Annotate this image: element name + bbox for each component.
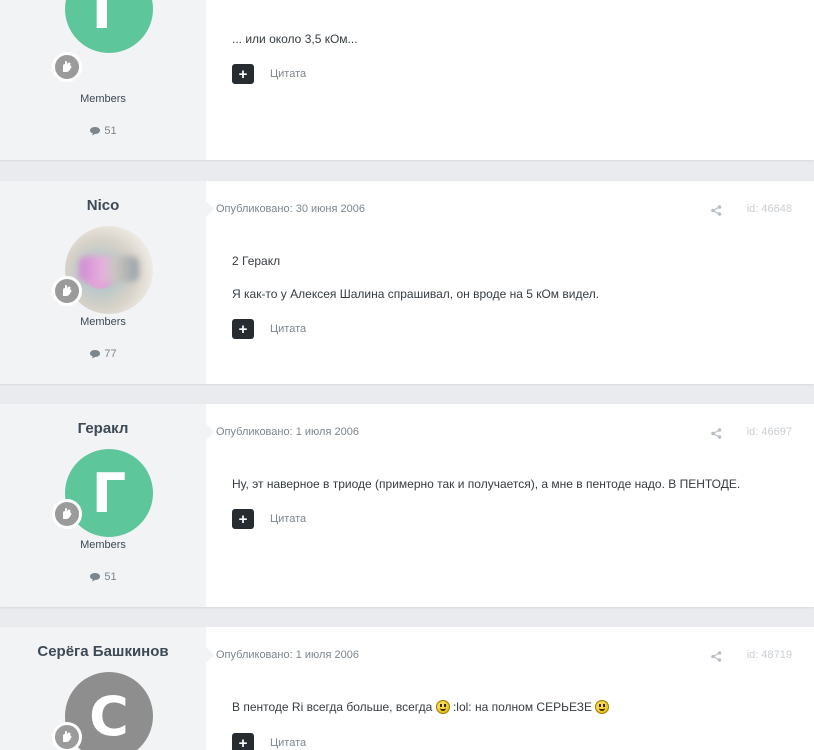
post-count-value: 51 <box>104 125 117 137</box>
plus-icon: + <box>238 65 248 83</box>
post-text: Я как-то у Алексея Шалина спрашивал, он … <box>232 287 600 301</box>
post-id[interactable]: id: 46648 <box>747 203 792 215</box>
post-date[interactable]: Опубликовано: 30 июня 2006 <box>216 203 365 215</box>
post-author-panel: Г Members 51 <box>0 0 206 160</box>
post: Серёга Башкинов С Опубликовано: 1 июля 2… <box>0 627 814 750</box>
post-count-value: 77 <box>104 348 117 360</box>
quote-button[interactable]: + <box>232 319 254 339</box>
plus-icon: + <box>238 320 248 338</box>
author-name[interactable]: Nico <box>0 197 206 214</box>
post-count: 77 <box>0 348 206 360</box>
quote-button[interactable]: + <box>232 509 254 529</box>
post-text: 2 Геракл <box>232 254 281 268</box>
post-body: ... или около 3,5 кОм... + Цитата <box>206 0 814 160</box>
post-text: В пентоде Ri всегда больше, всегда :lol:… <box>232 700 610 714</box>
post: Nico Members 77 Опубликовано: 30 июня 20… <box>0 181 814 384</box>
post-text-part: :lol: на полном СЕРЬЕЗЕ <box>452 700 592 714</box>
avatar[interactable]: Г <box>65 0 153 53</box>
post-id[interactable]: id: 48719 <box>747 649 792 661</box>
quote-label[interactable]: Цитата <box>270 68 306 80</box>
rank-badge-icon <box>52 276 82 306</box>
post: Г Members 51 ... или около 3,5 кОм... + … <box>0 0 814 160</box>
comment-icon <box>90 573 101 582</box>
author-name[interactable]: Геракл <box>0 420 206 437</box>
member-group: Members <box>80 539 126 551</box>
post-date[interactable]: Опубликовано: 1 июля 2006 <box>216 649 359 661</box>
share-icon[interactable] <box>711 649 722 667</box>
member-group: Members <box>80 316 126 328</box>
member-group: Members <box>80 93 126 105</box>
quote-label[interactable]: Цитата <box>270 737 306 749</box>
post-count: 51 <box>0 125 206 137</box>
author-name[interactable]: Серёга Башкинов <box>0 643 206 660</box>
rank-badge-icon <box>52 499 82 529</box>
share-icon[interactable] <box>711 203 722 221</box>
post-body: Опубликовано: 1 июля 2006 id: 46697 Ну, … <box>206 404 814 607</box>
post-date[interactable]: Опубликовано: 1 июля 2006 <box>216 426 359 438</box>
quote-button[interactable]: + <box>232 64 254 84</box>
post-count-value: 51 <box>104 571 117 583</box>
quote-label[interactable]: Цитата <box>270 513 306 525</box>
laughing-smiley-icon <box>435 700 450 714</box>
post-id[interactable]: id: 46697 <box>747 426 792 438</box>
post-author-panel: Серёга Башкинов С <box>0 627 214 750</box>
plus-icon: + <box>238 734 248 750</box>
rank-badge-icon <box>52 52 82 82</box>
rank-badge-icon <box>52 722 82 750</box>
post-author-panel: Nico Members 77 <box>0 181 214 384</box>
quote-button[interactable]: + <box>232 733 254 750</box>
post-text-part: В пентоде Ri всегда больше, всегда <box>232 700 433 714</box>
grinning-smiley-icon <box>595 700 610 714</box>
comment-icon <box>90 350 101 359</box>
post-body: Опубликовано: 1 июля 2006 id: 48719 В пе… <box>206 627 814 750</box>
plus-icon: + <box>238 510 248 528</box>
post: Геракл Г Members 51 Опубликовано: 1 июля… <box>0 404 814 607</box>
post-count: 51 <box>0 571 206 583</box>
post-text: ... или около 3,5 кОм... <box>232 32 358 46</box>
comment-icon <box>90 127 101 136</box>
post-text: Ну, эт наверное в триоде (примерно так и… <box>232 477 741 491</box>
post-author-panel: Геракл Г Members 51 <box>0 404 214 607</box>
share-icon[interactable] <box>711 426 722 444</box>
quote-label[interactable]: Цитата <box>270 323 306 335</box>
post-body: Опубликовано: 30 июня 2006 id: 46648 2 Г… <box>206 181 814 384</box>
